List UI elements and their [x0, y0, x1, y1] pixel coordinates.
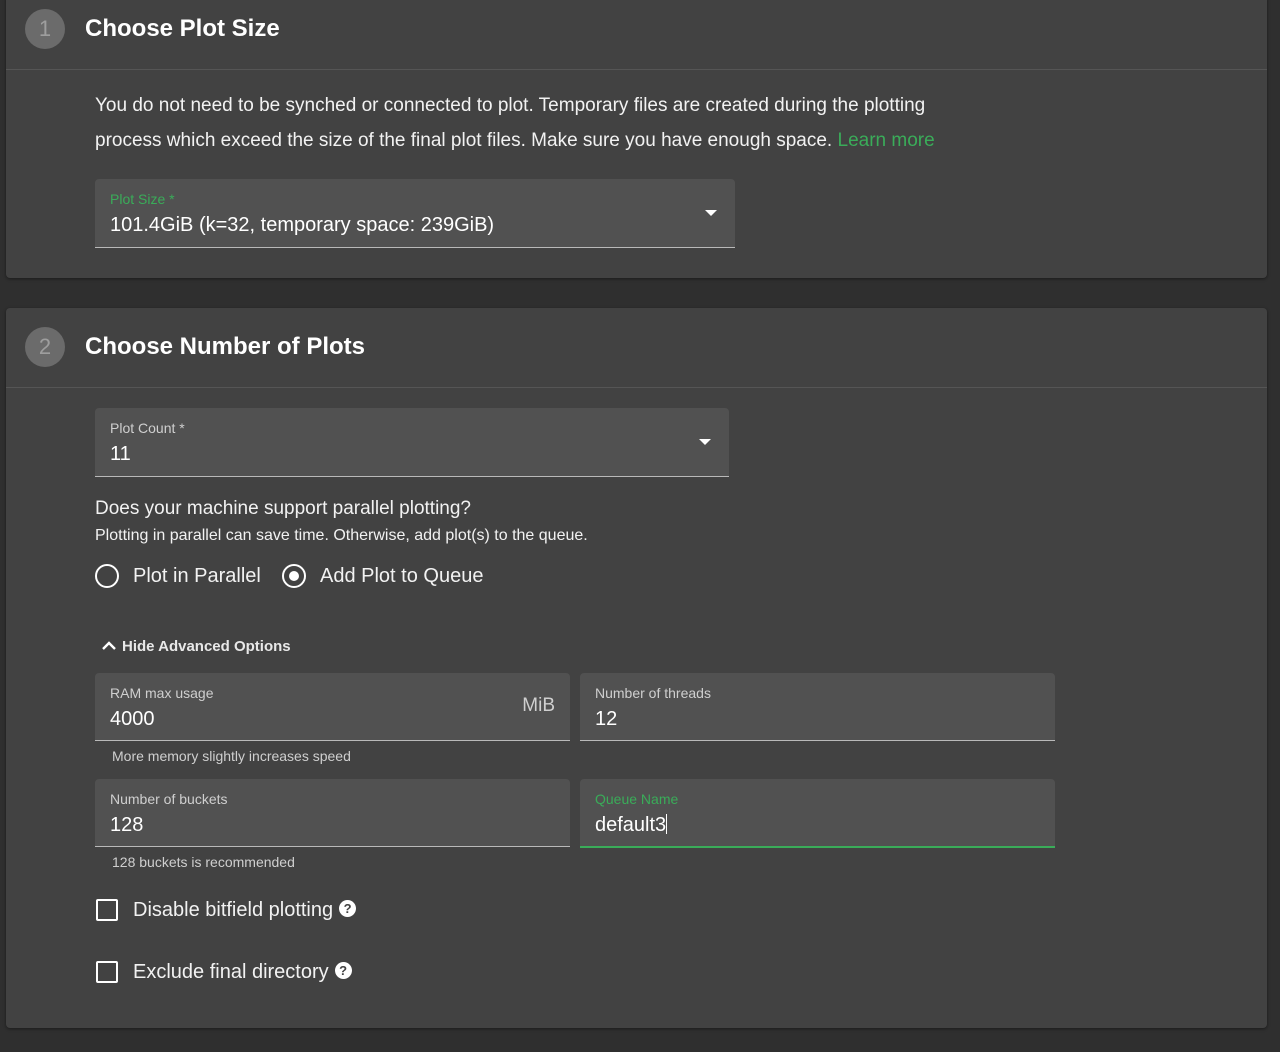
disable-bitfield-label[interactable]: Disable bitfield plotting — [133, 899, 333, 921]
step-number-badge: 2 — [25, 327, 65, 367]
plot-size-header: 1 Choose Plot Size — [6, 0, 1267, 70]
plot-count-value: 11 — [110, 443, 131, 465]
queue-name-value-wrap: default3 — [595, 814, 668, 837]
radio-selected-dot — [289, 571, 299, 581]
threads-input[interactable]: Number of threads 12 — [580, 673, 1055, 741]
ram-helper-text: More memory slightly increases speed — [112, 748, 351, 764]
buckets-label: Number of buckets — [110, 791, 228, 807]
exclude-final-row: Exclude final directory? — [133, 961, 352, 984]
dropdown-arrow-icon — [699, 439, 711, 445]
add-plot-to-queue-label[interactable]: Add Plot to Queue — [320, 565, 483, 588]
description-text: You do not need to be synched or connect… — [95, 95, 926, 151]
plot-in-parallel-radio[interactable] — [95, 564, 119, 588]
help-icon[interactable]: ? — [334, 962, 352, 979]
section-title: Choose Plot Size — [85, 15, 280, 42]
threads-value: 12 — [595, 708, 618, 730]
dropdown-arrow-icon — [705, 210, 717, 216]
text-cursor — [666, 814, 668, 834]
ram-unit: MiB — [522, 695, 555, 716]
plot-size-card: 1 Choose Plot Size You do not need to be… — [6, 0, 1267, 278]
plot-size-select[interactable]: Plot Size * 101.4GiB (k=32, temporary sp… — [95, 179, 735, 248]
parallel-hint: Plotting in parallel can save time. Othe… — [95, 527, 588, 544]
plot-in-parallel-label[interactable]: Plot in Parallel — [133, 565, 261, 588]
ram-label: RAM max usage — [110, 685, 214, 701]
plot-size-value: 101.4GiB (k=32, temporary space: 239GiB) — [110, 214, 495, 236]
parallel-question: Does your machine support parallel plott… — [95, 498, 471, 519]
learn-more-link[interactable]: Learn more — [838, 130, 935, 151]
help-icon[interactable]: ? — [339, 900, 357, 917]
plot-count-header: 2 Choose Number of Plots — [6, 308, 1267, 388]
buckets-input[interactable]: Number of buckets 128 — [95, 779, 570, 847]
plot-count-select[interactable]: Plot Count * 11 — [95, 408, 729, 477]
buckets-helper-text: 128 buckets is recommended — [112, 854, 295, 870]
section-title: Choose Number of Plots — [85, 333, 366, 360]
plot-size-description: You do not need to be synched or connect… — [95, 88, 995, 158]
disable-bitfield-row: Disable bitfield plotting? — [133, 899, 357, 922]
queue-name-label: Queue Name — [595, 791, 679, 807]
chevron-up-icon — [102, 638, 116, 654]
add-plot-to-queue-radio[interactable] — [282, 564, 306, 588]
plot-count-card: 2 Choose Number of Plots Plot Count * 11… — [6, 308, 1267, 1028]
threads-label: Number of threads — [595, 685, 711, 701]
exclude-final-directory-checkbox[interactable] — [96, 961, 118, 983]
plot-count-label: Plot Count * — [110, 420, 185, 436]
ram-value: 4000 — [110, 708, 155, 730]
hide-advanced-options-button[interactable]: Hide Advanced Options — [102, 638, 291, 655]
advanced-toggle-label: Hide Advanced Options — [122, 638, 291, 655]
ram-max-usage-input[interactable]: RAM max usage 4000 MiB — [95, 673, 570, 741]
exclude-final-directory-label[interactable]: Exclude final directory — [133, 961, 329, 983]
buckets-value: 128 — [110, 814, 144, 836]
plot-size-label: Plot Size * — [110, 191, 175, 207]
queue-name-value: default3 — [595, 814, 667, 836]
disable-bitfield-checkbox[interactable] — [96, 899, 118, 921]
queue-name-input[interactable]: Queue Name default3 — [580, 779, 1055, 848]
step-number-badge: 1 — [25, 9, 65, 49]
